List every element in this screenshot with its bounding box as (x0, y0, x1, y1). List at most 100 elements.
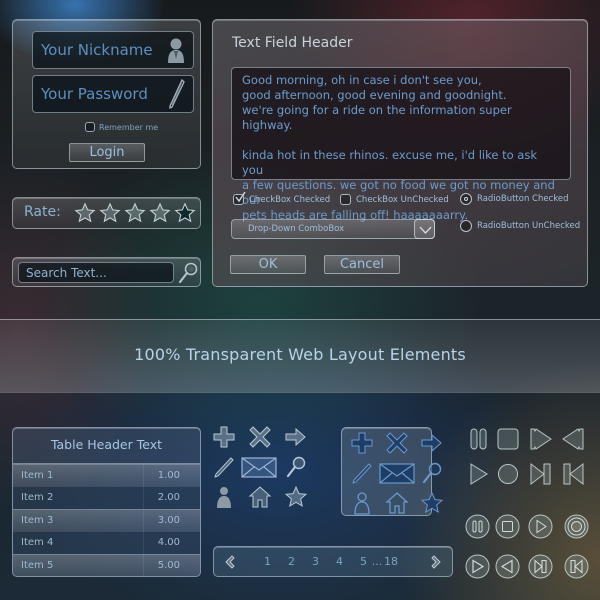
icon-set-boxed (341, 427, 444, 516)
chevron-left-icon[interactable] (222, 554, 238, 570)
table-row[interactable]: Item 4 4.00 (13, 531, 200, 555)
home-icon[interactable] (248, 485, 272, 509)
checkbox-unchecked-box[interactable] (340, 194, 351, 205)
plus-icon[interactable] (350, 431, 374, 455)
nickname-placeholder: Your Nickname (41, 41, 153, 59)
pen-icon[interactable] (350, 461, 374, 485)
mail-icon[interactable] (379, 461, 415, 485)
checkbox-checked-box[interactable] (233, 192, 246, 205)
play-icon[interactable] (528, 514, 553, 539)
skip-previous-icon[interactable] (562, 463, 584, 485)
star-empty-icon[interactable] (174, 202, 196, 224)
cell-value: 3.00 (157, 515, 180, 527)
page-link[interactable]: 3 (312, 555, 336, 568)
play-icon[interactable] (468, 463, 490, 485)
page-link[interactable]: 2 (288, 555, 312, 568)
fast-forward-icon[interactable] (530, 428, 552, 450)
star-filled-icon[interactable] (74, 202, 96, 224)
close-icon[interactable] (248, 425, 272, 449)
star-filled-icon[interactable] (124, 202, 146, 224)
arrow-right-icon[interactable] (420, 431, 444, 455)
cancel-button[interactable]: Cancel (324, 255, 400, 274)
radio-unchecked-label: RadioButton UnChecked (477, 221, 581, 231)
page-numbers: 1 2 3 4 5 ... 18 (264, 555, 398, 568)
search-panel (12, 257, 201, 287)
banner-title: 100% Transparent Web Layout Elements (134, 345, 466, 364)
pagination: 1 2 3 4 5 ... 18 (213, 546, 453, 577)
stop-icon[interactable] (495, 514, 520, 539)
search-input[interactable] (18, 262, 174, 283)
data-table: Table Header Text Item 1 1.00 Item 2 2.0… (12, 427, 201, 577)
stop-icon[interactable] (497, 428, 519, 450)
text-line: kinda hot in these rhinos. excuse me, i'… (242, 148, 537, 177)
password-placeholder: Your Password (41, 85, 148, 103)
cell-value: 5.00 (157, 560, 180, 572)
mail-icon[interactable] (241, 455, 277, 479)
cell-value: 1.00 (157, 470, 180, 481)
pen-icon (169, 78, 185, 110)
radio-unchecked[interactable]: RadioButton UnChecked (460, 220, 580, 232)
pause-icon[interactable] (465, 514, 490, 539)
rewind-icon[interactable] (562, 428, 584, 450)
home-icon[interactable] (385, 491, 409, 515)
page-link[interactable]: 4 (336, 555, 360, 568)
previous-icon[interactable] (495, 554, 520, 579)
chevron-down-icon[interactable] (414, 219, 435, 239)
star-icon[interactable] (420, 491, 444, 515)
search-icon[interactable] (177, 261, 199, 285)
text-field-dialog: Text Field Header Good morning, oh in ca… (212, 19, 588, 287)
radio-checked[interactable]: RadioButton Checked (460, 193, 569, 205)
pause-icon[interactable] (468, 428, 490, 450)
cell-name: Item 4 (21, 536, 54, 548)
checkbox-checked[interactable]: CheckBox Checked (233, 192, 330, 205)
rating-label: Rate: (24, 204, 61, 220)
record-icon[interactable] (564, 514, 589, 539)
pen-icon[interactable] (212, 455, 236, 479)
password-field[interactable]: Your Password (32, 75, 194, 113)
table-row[interactable]: Item 1 1.00 (13, 464, 200, 487)
record-icon[interactable] (497, 463, 519, 485)
cell-name: Item 1 (21, 470, 54, 481)
skip-next-icon[interactable] (528, 554, 553, 579)
star-filled-icon[interactable] (99, 202, 121, 224)
page-ellipsis: ... (371, 555, 383, 568)
remember-me-box[interactable] (85, 122, 95, 132)
cell-value: 2.00 (157, 491, 180, 503)
checkbox-unchecked-label: CheckBox UnChecked (356, 194, 449, 205)
nickname-field[interactable]: Your Nickname (32, 31, 194, 69)
cell-name: Item 2 (21, 491, 54, 503)
star-filled-icon[interactable] (149, 202, 171, 224)
chevron-right-icon[interactable] (428, 554, 444, 570)
play-icon[interactable] (465, 554, 490, 579)
user-icon[interactable] (350, 491, 374, 515)
table-row[interactable]: Item 2 2.00 (13, 486, 200, 510)
checkbox-unchecked[interactable]: CheckBox UnChecked (340, 194, 449, 205)
arrow-right-icon[interactable] (284, 425, 308, 449)
radio-checked-circle[interactable] (460, 193, 472, 205)
skip-next-icon[interactable] (530, 463, 552, 485)
user-icon[interactable] (212, 485, 236, 509)
page-link-last[interactable]: 18 (384, 555, 398, 568)
plus-icon[interactable] (212, 425, 236, 449)
text-line: good afternoon, good evening and goodnig… (242, 88, 507, 102)
text-line-blank (242, 133, 560, 148)
star-icon[interactable] (284, 485, 308, 509)
radio-unchecked-circle[interactable] (460, 220, 472, 232)
login-button[interactable]: Login (69, 143, 145, 162)
skip-previous-icon[interactable] (564, 554, 589, 579)
table-row[interactable]: Item 5 5.00 (13, 554, 200, 576)
close-icon[interactable] (385, 431, 409, 455)
remember-me-label: Remember me (99, 122, 159, 132)
search-icon[interactable] (420, 461, 444, 485)
text-area[interactable]: Good morning, oh in case i don't see you… (231, 67, 571, 222)
page-link[interactable]: 5 (360, 555, 370, 568)
checkmark-icon (235, 192, 246, 203)
ok-button[interactable]: OK (230, 255, 306, 274)
star-rating[interactable] (74, 202, 196, 224)
cell-name: Item 5 (21, 560, 54, 572)
dropdown-combobox[interactable]: Drop-Down ComboBox (231, 219, 435, 239)
remember-me-checkbox[interactable]: Remember me (85, 122, 158, 132)
table-row[interactable]: Item 3 3.00 (13, 509, 200, 532)
search-icon[interactable] (284, 455, 308, 479)
page-link[interactable]: 1 (264, 555, 288, 568)
